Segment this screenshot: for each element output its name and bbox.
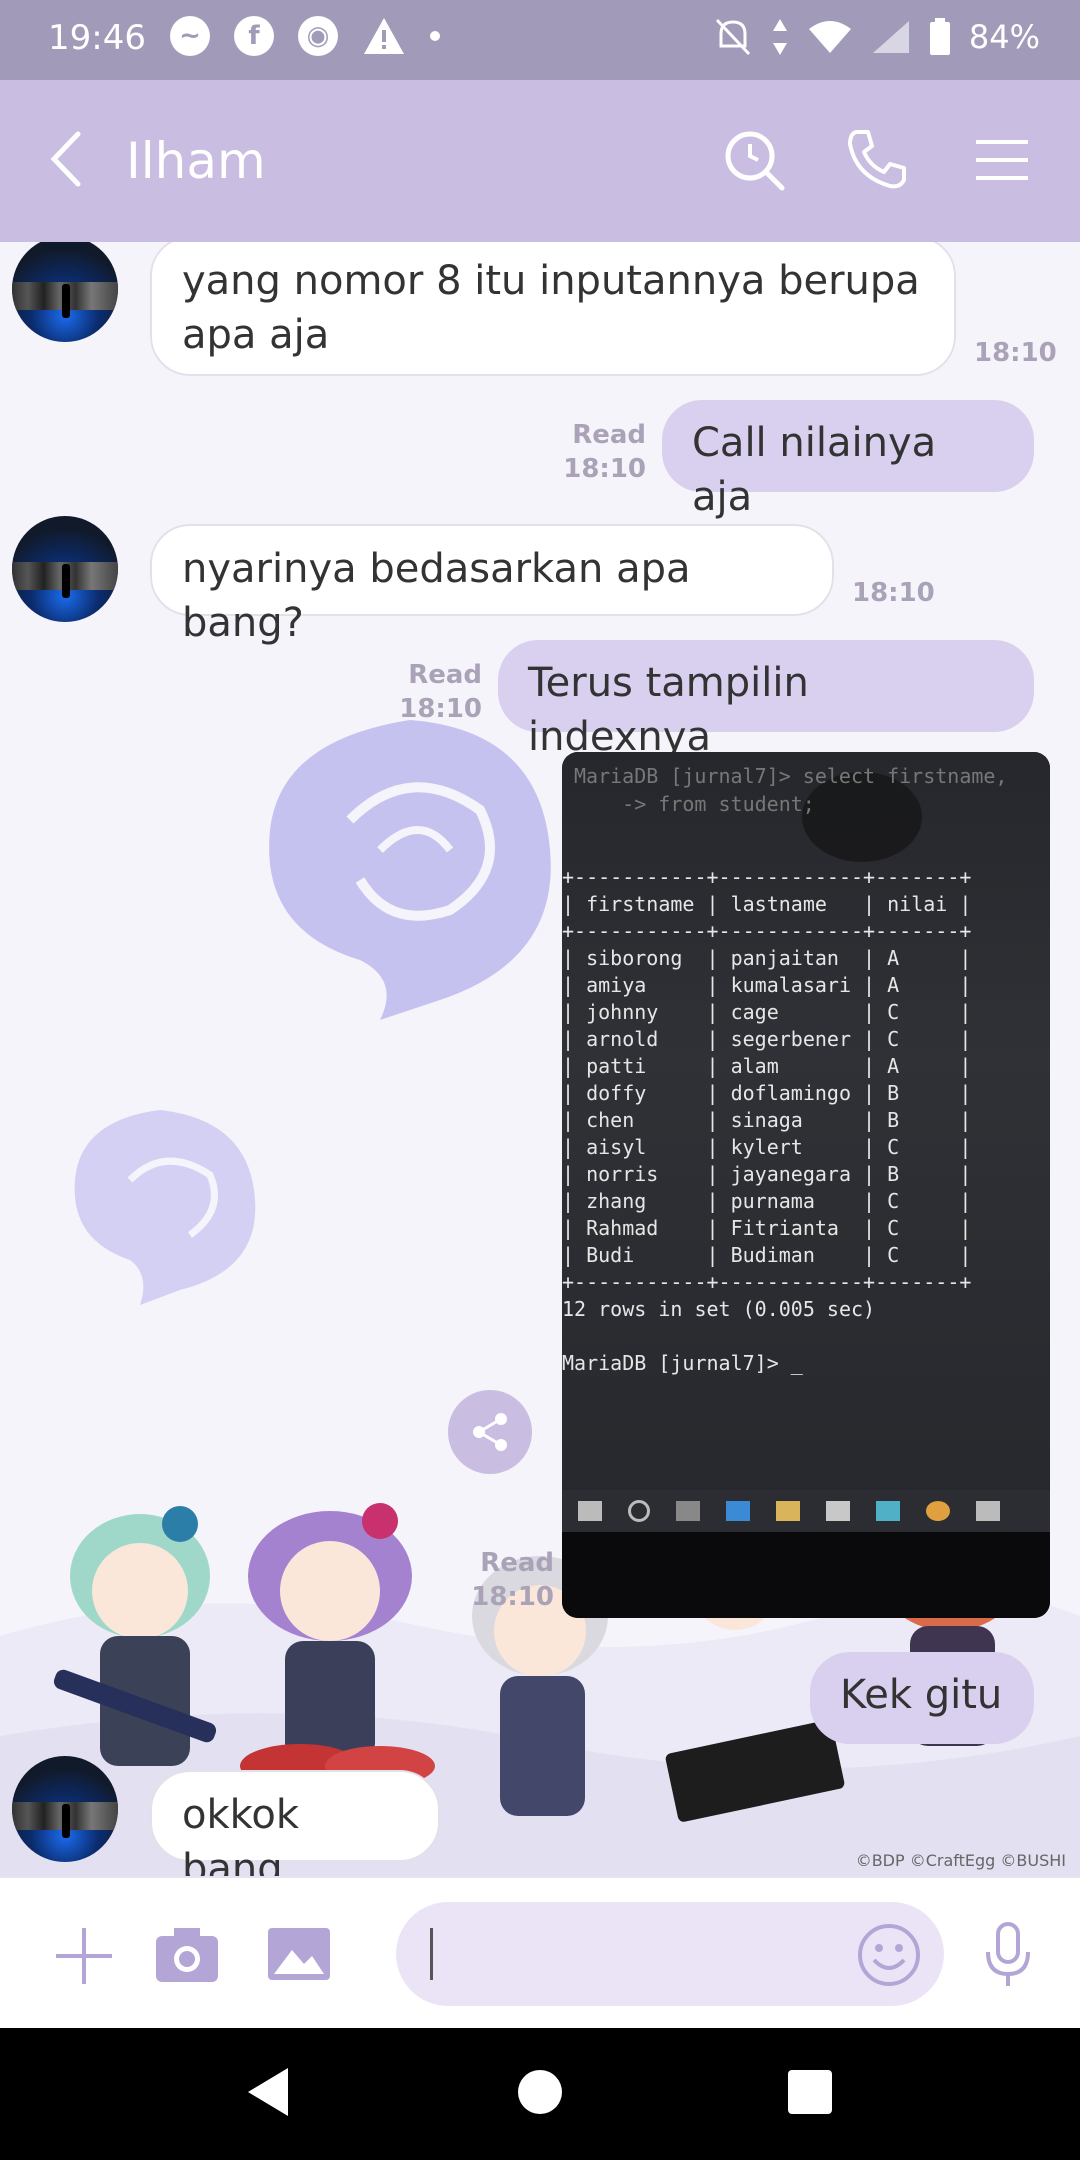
back-nav-icon[interactable]: [244, 2064, 292, 2120]
system-icons: 84%: [713, 16, 1040, 58]
menu-icon[interactable]: [968, 126, 1036, 194]
camera-icon[interactable]: [154, 1924, 220, 1984]
phone-icon[interactable]: [842, 126, 910, 194]
windows-icon: [578, 1501, 602, 1521]
data-arrows-icon: [772, 19, 787, 55]
battery-percent: 84%: [968, 18, 1040, 56]
message-input[interactable]: [396, 1902, 944, 2006]
chevron-left-icon[interactable]: [40, 124, 100, 194]
microphone-icon[interactable]: [980, 1920, 1036, 1990]
facebook-icon: f: [234, 16, 274, 56]
outgoing-message[interactable]: Call nilainya aja: [662, 400, 1034, 520]
mute-icon: [715, 18, 750, 56]
mail-icon: [876, 1501, 900, 1521]
messenger-icon: ~: [170, 16, 210, 56]
search-icon[interactable]: [720, 126, 788, 194]
app-notification-icon: ◉: [298, 16, 338, 56]
copyright-text: ©BDP ©CraftEgg ©BUSHI: [855, 1851, 1066, 1870]
folder-icon: [776, 1501, 800, 1521]
photo-message[interactable]: MariaDB [jurnal7]> select firstname, -> …: [562, 752, 1050, 1618]
search-icon: [628, 1500, 650, 1522]
terminal-prompt-text: MariaDB [jurnal7]> select firstname, -> …: [574, 764, 1008, 816]
contact-avatar[interactable]: [12, 516, 118, 622]
incoming-message[interactable]: yang nomor 8 itu inputannya berupa apa a…: [150, 242, 956, 376]
incoming-message[interactable]: nyarinya bedasarkan apa bang?: [150, 524, 834, 646]
plus-icon[interactable]: [52, 1924, 116, 1988]
signal-icon: [872, 21, 909, 53]
system-navigation-bar: [0, 2028, 1080, 2160]
contact-avatar[interactable]: [12, 1756, 118, 1862]
status-bar: 19:46 ~ f ◉ 84%: [0, 0, 1080, 80]
read-receipt: Read 18:10: [563, 420, 646, 484]
contact-avatar[interactable]: [12, 242, 118, 342]
share-icon: [473, 1413, 507, 1451]
battery-icon: [929, 18, 950, 55]
store-icon: [826, 1501, 850, 1521]
chat-header: Ilham: [0, 80, 1080, 242]
status-time: 19:46: [48, 18, 146, 58]
dot-icon: [430, 31, 440, 41]
read-receipt: Read 18:10: [399, 660, 482, 724]
warning-icon: [364, 18, 404, 54]
share-button[interactable]: [448, 1390, 532, 1474]
outgoing-message[interactable]: Terus tampilin indexnya: [498, 640, 1034, 760]
emoji-icon[interactable]: [856, 1922, 922, 1988]
message-text-field[interactable]: [436, 1922, 840, 1988]
chrome-icon: [926, 1501, 950, 1521]
notepad-icon: [976, 1501, 1000, 1521]
message-time: 18:10: [974, 338, 1057, 368]
home-nav-icon[interactable]: [516, 2064, 564, 2120]
notification-icons: ~ f ◉: [170, 16, 440, 56]
wifi-icon: [808, 21, 851, 53]
read-receipt: Read 18:10: [471, 1548, 554, 1612]
recents-nav-icon[interactable]: [786, 2064, 834, 2120]
chat-area[interactable]: ©BDP ©CraftEgg ©BUSHI yang nomor 8 itu i…: [0, 242, 1080, 1876]
taskbar: [562, 1490, 1050, 1532]
message-input-bar: [0, 1876, 1080, 2030]
image-icon[interactable]: [266, 1924, 332, 1984]
message-time: 18:10: [852, 578, 935, 608]
incoming-message[interactable]: okkok bang: [150, 1770, 440, 1876]
task-view-icon: [676, 1501, 700, 1521]
rose-background-icon: [74, 1110, 256, 1305]
terminal-table-text: +-----------+------------+-------+ | fir…: [562, 865, 972, 1375]
contact-name[interactable]: Ilham: [126, 132, 266, 190]
outgoing-message[interactable]: Kek gitu: [810, 1652, 1034, 1744]
edge-icon: [726, 1501, 750, 1521]
